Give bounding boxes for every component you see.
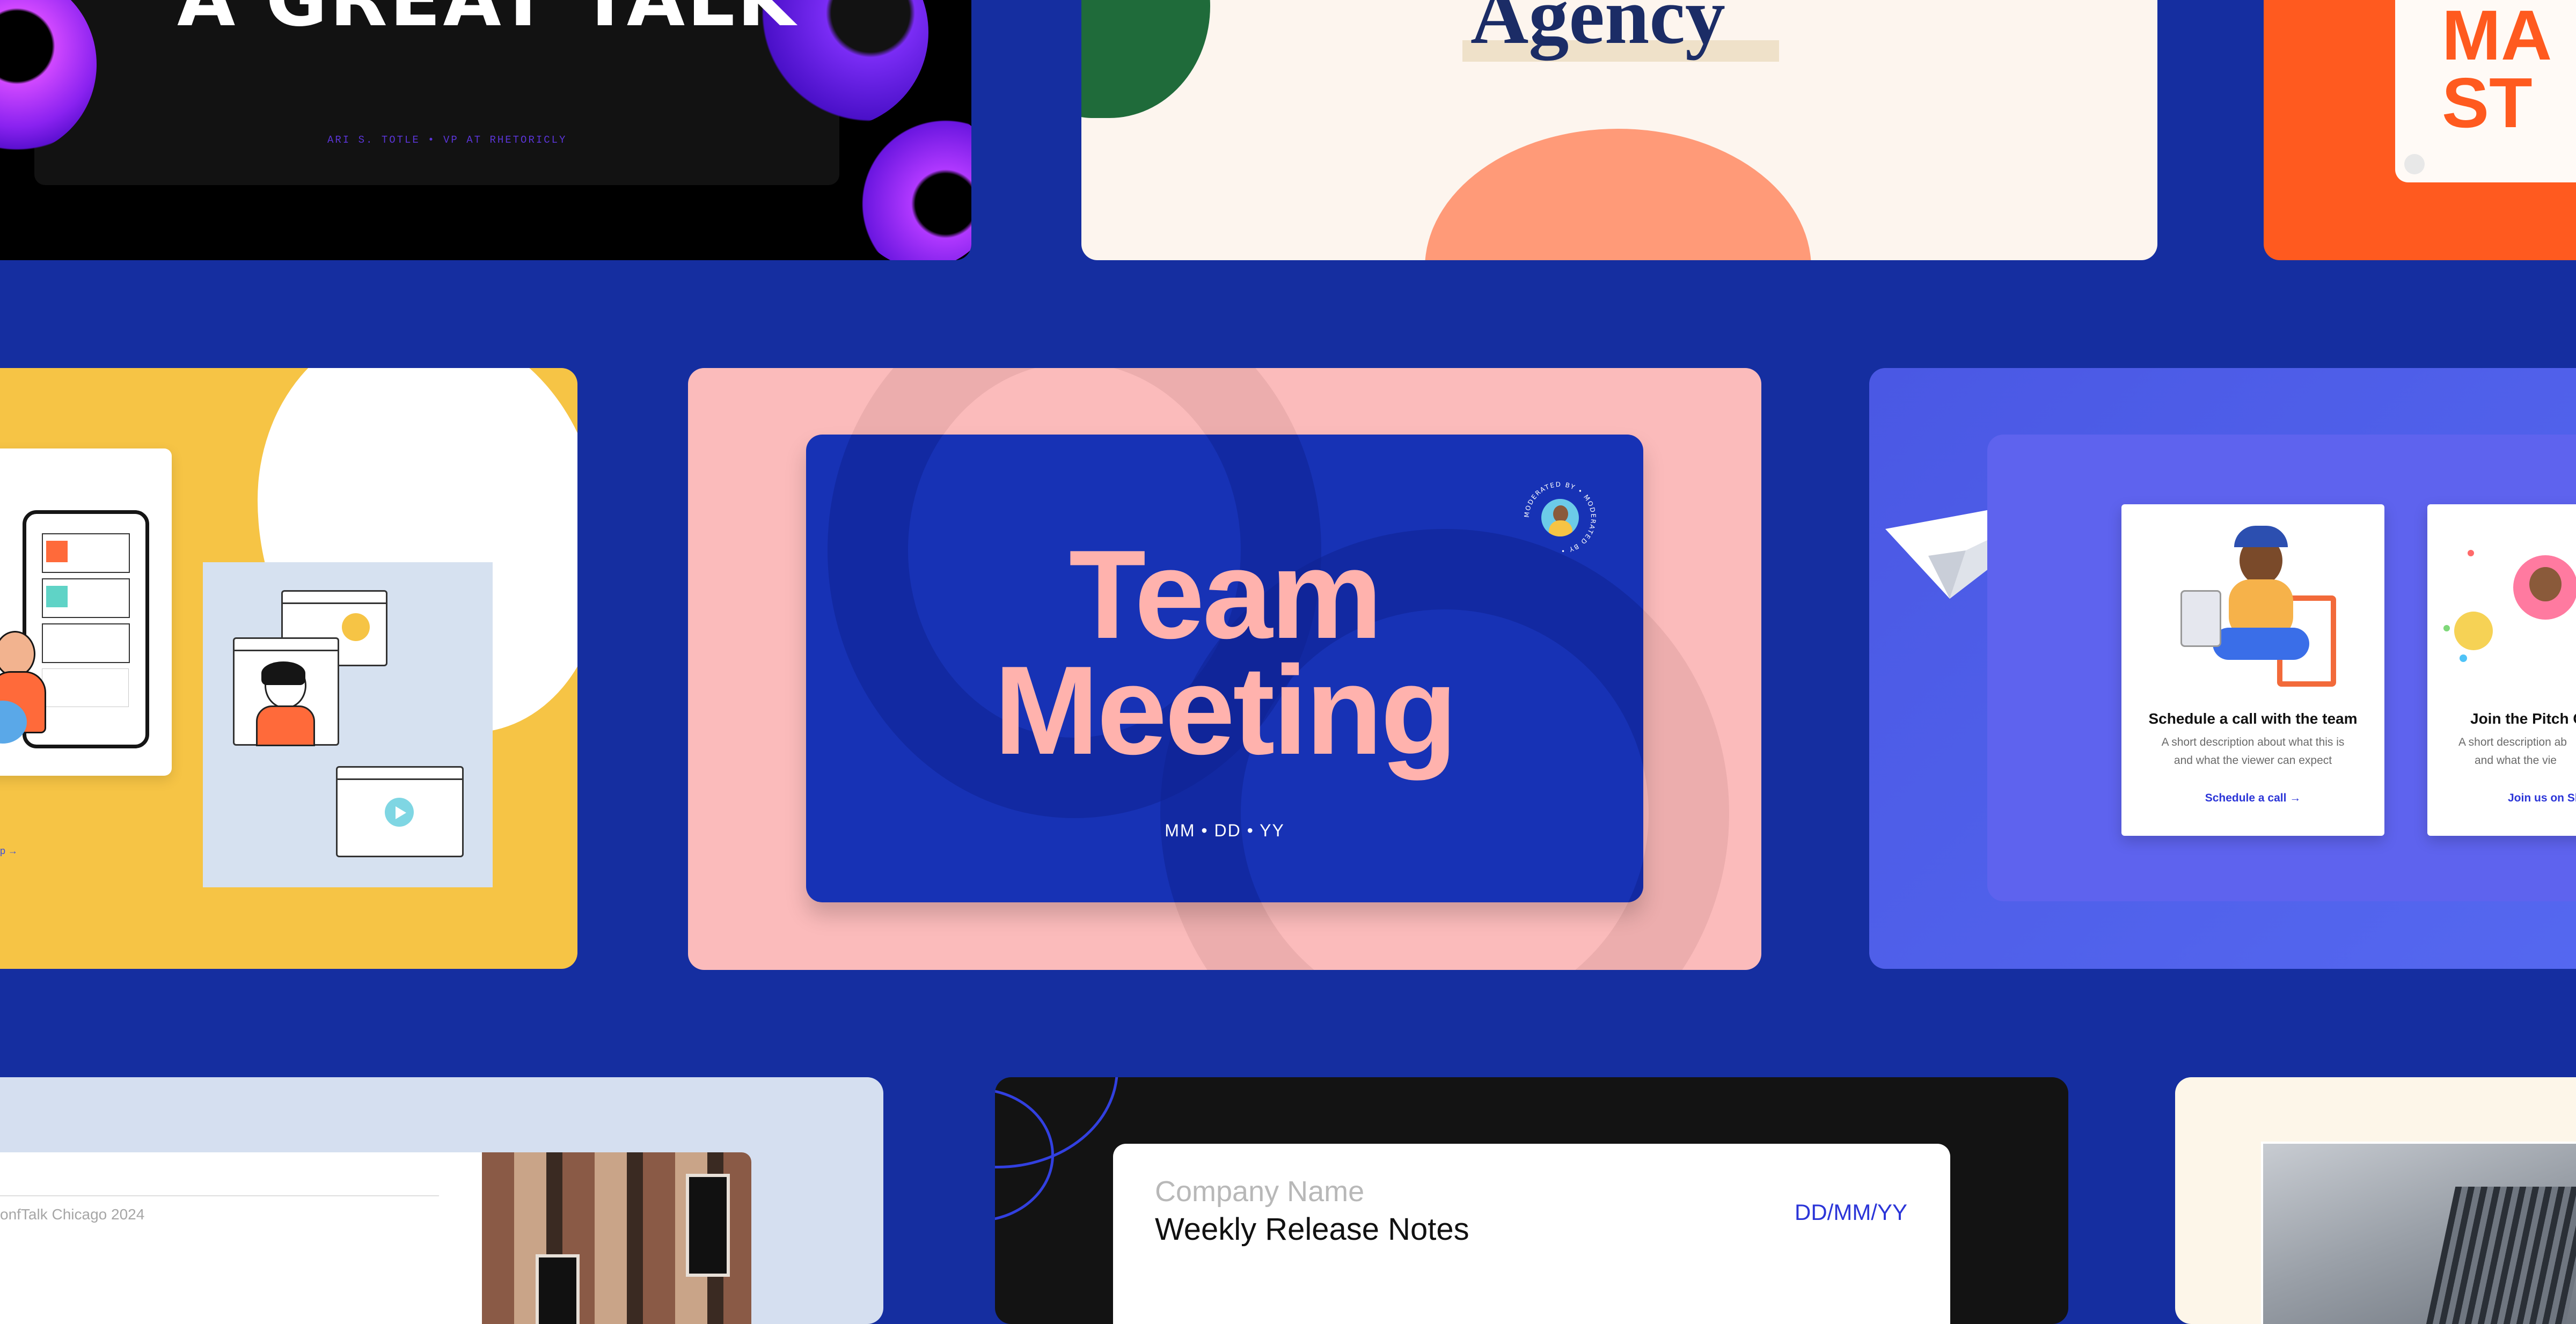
phone-list-item <box>42 668 129 707</box>
phone-card <box>0 448 172 776</box>
agency-title: Agency <box>1470 0 1725 61</box>
talk-byline: ARI S. TOTLE • VP AT RHETORICLY <box>327 134 567 146</box>
slide-thumbnail-release-notes[interactable]: Company Name Weekly Release Notes DD/MM/… <box>995 1077 2068 1324</box>
slide-thumbnail-agency[interactable]: Agency <box>1081 0 2157 260</box>
team-meeting-date: MM • DD • YY <box>1165 821 1285 840</box>
team-meeting-title-line2: Meeting <box>994 639 1458 781</box>
team-meeting-title-line1: Team <box>1069 524 1382 665</box>
slide-thumbnail-conftalk[interactable]: onfTalk Chicago 2024 <box>0 1077 883 1324</box>
orange-title-line2: ST <box>2442 63 2533 142</box>
slide-thumbnail-app-illustration[interactable]: p → <box>0 368 577 969</box>
pitch-inner-panel: Schedule a call with the team A short de… <box>1987 435 2576 901</box>
teal-square-icon <box>46 586 68 607</box>
slide-thumbnail-orange[interactable]: MA ST <box>2264 0 2576 260</box>
green-blob-shape <box>1081 0 1210 118</box>
talk-title: A GREAT TALK <box>177 0 797 38</box>
browser-window-person <box>233 637 339 746</box>
slide-thumbnail-team-meeting[interactable]: MODERATED BY • MODERATED BY • Team Meeti… <box>688 368 1761 970</box>
browser-window-video <box>336 766 464 857</box>
decorative-dot <box>2460 654 2467 662</box>
schedule-call-link[interactable]: Schedule a call → <box>2121 792 2384 805</box>
slide-thumbnail-pitch[interactable]: Schedule a call with the team A short de… <box>1869 368 2576 969</box>
phone-list-item <box>42 623 130 663</box>
pitch-card-title: Join the Pitch C <box>2470 710 2576 727</box>
person-chair-illustration <box>2170 526 2341 687</box>
skyscraper-photo <box>2261 1142 2576 1324</box>
salmon-blob-shape <box>1425 129 1811 260</box>
pitch-card-title: Schedule a call with the team <box>2148 710 2358 727</box>
pitch-card-desc: A short description about what this is <box>2161 736 2345 748</box>
divider <box>0 1195 439 1196</box>
pitch-card-desc: and what the viewer can expect <box>2174 754 2332 767</box>
pitch-card-schedule[interactable]: Schedule a call with the team A short de… <box>2121 504 2384 836</box>
slide-thumbnail-skyscraper[interactable] <box>2175 1077 2576 1324</box>
company-name: Company Name <box>1155 1175 1365 1208</box>
pitch-card-desc: and what the vie <box>2475 754 2557 767</box>
orange-title-line1: MA <box>2442 0 2552 75</box>
slide-thumbnail-great-talk[interactable]: A GREAT TALK ARI S. TOTLE • VP AT RHETOR… <box>0 0 971 260</box>
avatar <box>2454 612 2493 650</box>
pitch-card-join[interactable]: Join the Pitch C A short description ab … <box>2427 504 2576 836</box>
pitch-card-desc: A short description ab <box>2458 736 2567 748</box>
avatar <box>2513 555 2576 620</box>
illustration-panel <box>203 562 493 887</box>
conf-caption: onfTalk Chicago 2024 <box>0 1206 145 1223</box>
decorative-dot <box>2468 550 2474 556</box>
person-character-illustration <box>0 620 48 744</box>
purple-donut-bottom-right <box>848 107 971 260</box>
orange-square-icon <box>46 541 68 562</box>
release-date: DD/MM/YY <box>1795 1200 1907 1225</box>
join-us-link[interactable]: Join us on Sl <box>2508 792 2576 805</box>
release-inner-panel: Company Name Weekly Release Notes DD/MM/… <box>1113 1144 1950 1324</box>
app-link[interactable]: p → <box>0 845 18 857</box>
building-photo <box>482 1152 751 1324</box>
conf-inner-panel: onfTalk Chicago 2024 <box>0 1152 751 1324</box>
team-meeting-inner-panel: MODERATED BY • MODERATED BY • Team Meeti… <box>806 435 1643 902</box>
release-title: Weekly Release Notes <box>1155 1212 1469 1247</box>
decorative-dot <box>2443 625 2450 631</box>
orange-panel-dot <box>2404 154 2425 174</box>
